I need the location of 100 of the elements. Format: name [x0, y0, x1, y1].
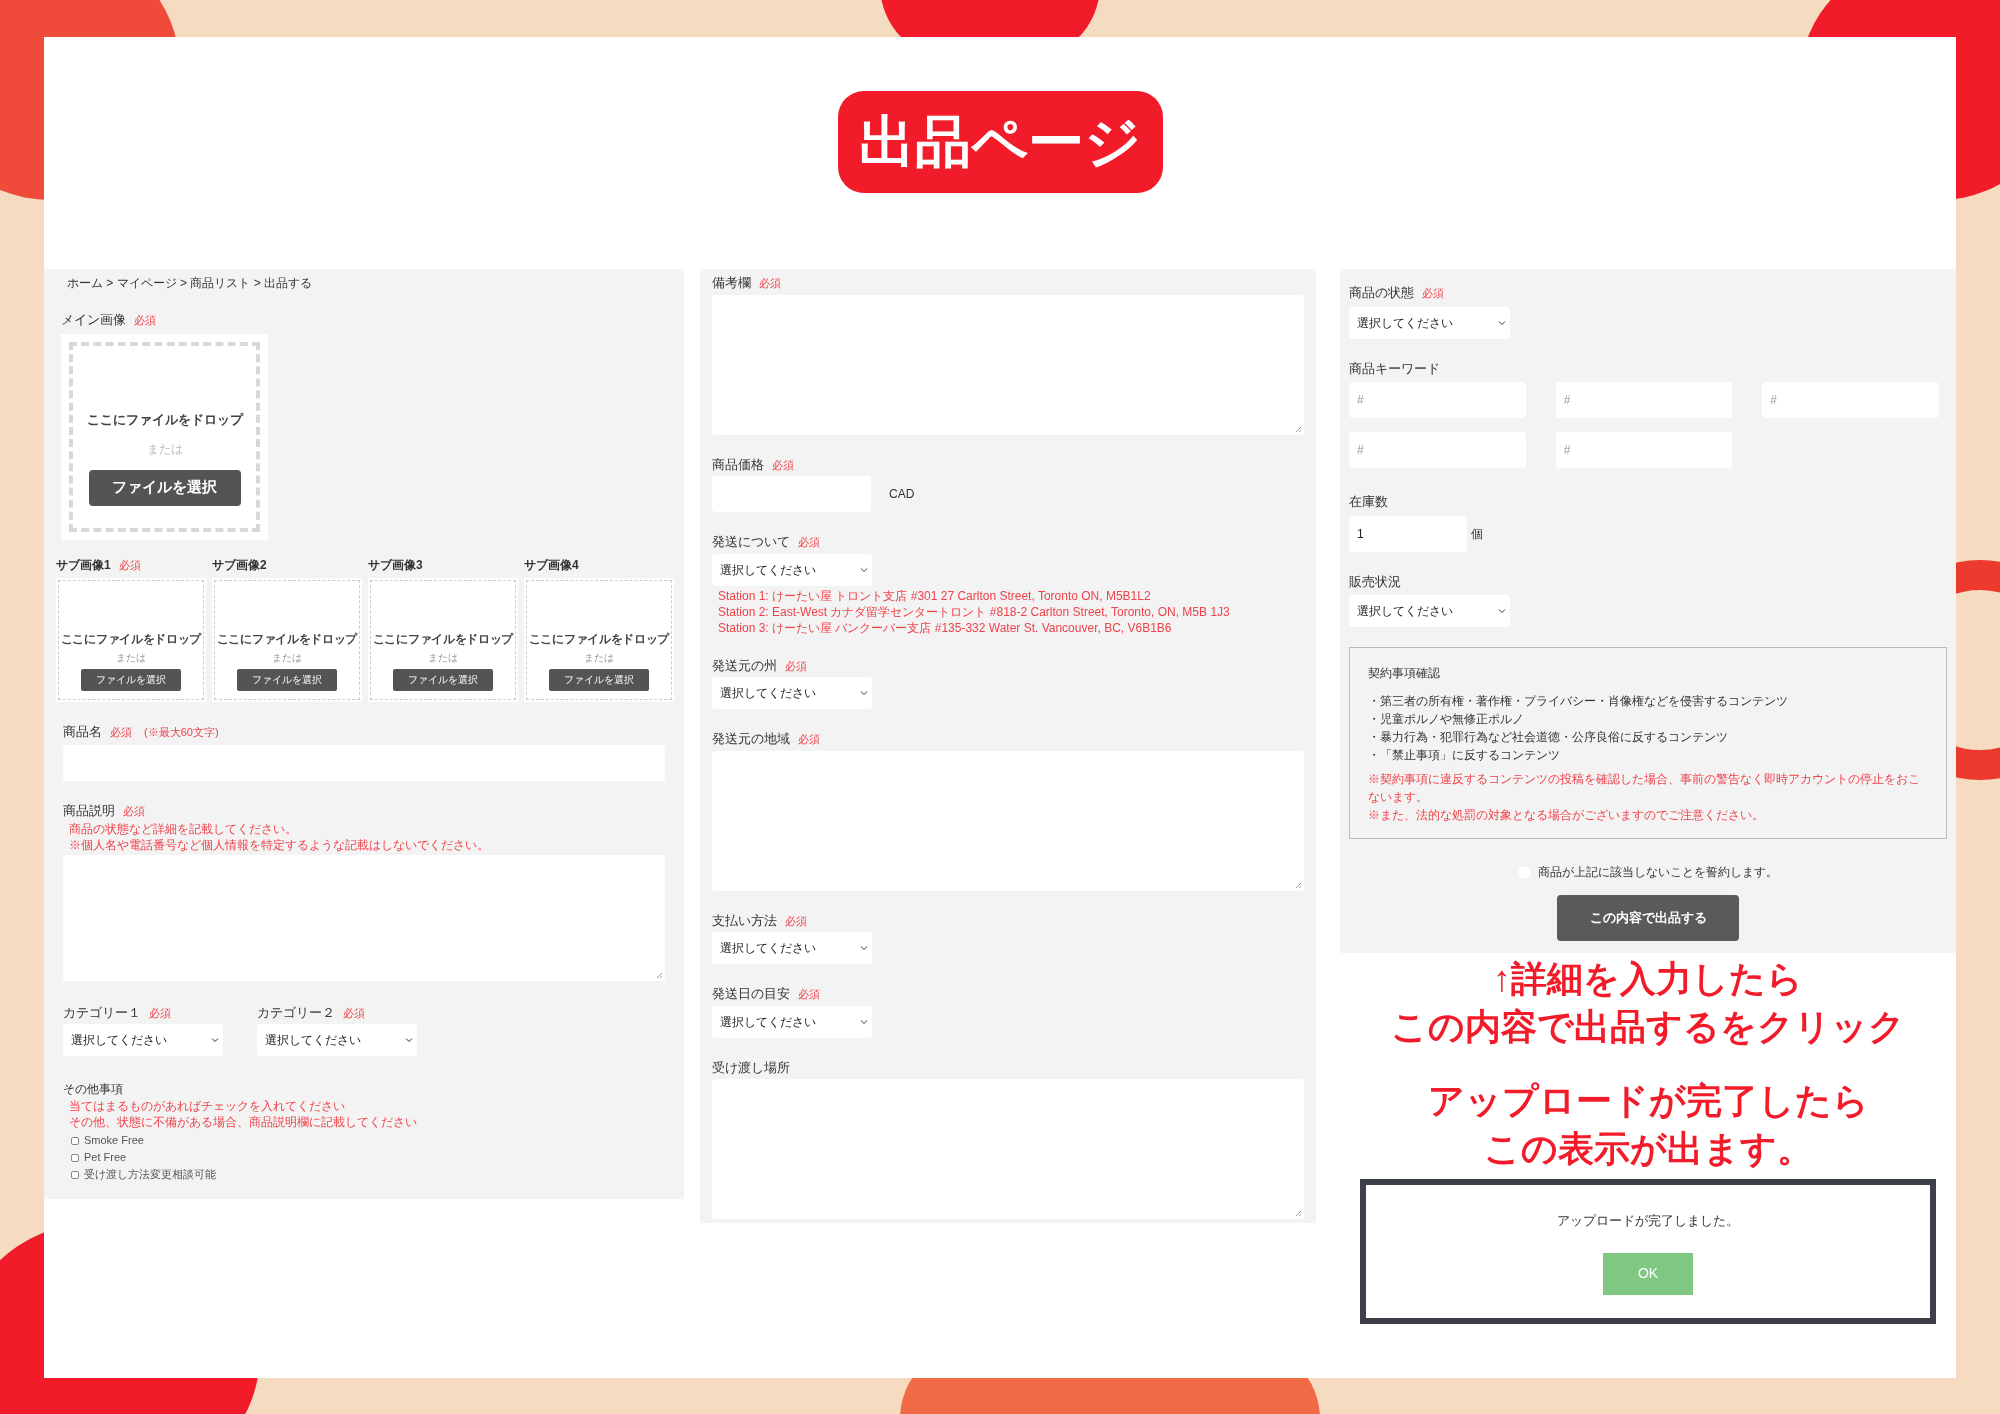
- chevron-down-icon: [1498, 318, 1506, 327]
- field-label: 在庫数: [1349, 493, 1388, 511]
- field-label: カテゴリー２: [257, 1003, 335, 1022]
- terms-item: ・暴力行為・犯罪行為など社会道徳・公序良俗に反するコンテンツ: [1368, 729, 1729, 746]
- required-mark: 必須: [134, 313, 156, 328]
- select-field[interactable]: 選択してください: [257, 1024, 417, 1056]
- dialog-message: アップロードが完了しました。: [1557, 1212, 1739, 1230]
- currency-unit: CAD: [889, 486, 915, 503]
- required-mark: 必須: [798, 535, 820, 550]
- annotation-text: この内容で出品するをクリック: [1391, 1005, 1905, 1049]
- select-field[interactable]: 選択してください: [63, 1024, 223, 1056]
- field-label: サブ画像3: [368, 556, 423, 574]
- text-area[interactable]: [712, 294, 1304, 435]
- submit-button[interactable]: この内容で出品する: [1557, 895, 1739, 941]
- required-mark: 必須: [772, 457, 794, 473]
- field-note: 商品の状態など詳細を記載してください。: [69, 820, 298, 837]
- choose-file-button[interactable]: ファイルを選択: [393, 668, 493, 691]
- field-label: 商品の状態: [1349, 284, 1414, 302]
- choose-file-button[interactable]: ファイルを選択: [549, 668, 649, 691]
- field-label: 商品名: [63, 722, 102, 741]
- select-field[interactable]: 選択してください: [1349, 595, 1510, 627]
- or-text: または: [584, 650, 614, 665]
- terms-warning: ※また、法的な処罰の対象となる場合がございますのでご注意ください。: [1368, 807, 1765, 824]
- keyword-input[interactable]: #: [1555, 382, 1733, 418]
- drop-zone[interactable]: ここにファイルをドロップ または ファイルを選択: [214, 579, 360, 700]
- resize-handle-icon: [1295, 1210, 1302, 1217]
- required-mark: 必須: [123, 804, 145, 819]
- required-mark: 必須: [798, 732, 820, 747]
- keyword-input[interactable]: #: [1349, 432, 1526, 468]
- stock-input[interactable]: 1: [1349, 515, 1467, 552]
- select-field[interactable]: 選択してください: [712, 677, 872, 709]
- text-area[interactable]: [712, 1079, 1304, 1219]
- checkbox-label: Pet Free: [84, 1150, 127, 1166]
- text-area[interactable]: [63, 854, 665, 981]
- field-label: その他事項: [63, 1081, 124, 1098]
- chevron-down-icon: [405, 1036, 413, 1044]
- field-label: メイン画像: [61, 311, 126, 329]
- choose-file-button[interactable]: ファイルを選択: [81, 668, 181, 691]
- text-area[interactable]: [712, 750, 1304, 891]
- checkbox[interactable]: [71, 1136, 79, 1145]
- choose-file-button[interactable]: ファイルを選択: [88, 469, 241, 506]
- field-label: 商品キーワード: [1349, 359, 1440, 378]
- drop-text: ここにファイルをドロップ: [528, 630, 670, 648]
- drop-zone[interactable]: ここにファイルをドロップ または ファイルを選択: [526, 579, 672, 700]
- station-note: Station 1: けーたい屋 トロント支店 #301 27 Carlton Street, Toronto ON, M5B1L2: [718, 587, 1152, 604]
- field-label: 備考欄: [712, 274, 751, 292]
- select-field[interactable]: 選択してください: [1349, 306, 1510, 339]
- field-note: 当てはまるものがあればチェックを入れてください: [69, 1098, 346, 1114]
- choose-file-button[interactable]: ファイルを選択: [237, 668, 337, 691]
- required-mark: 必須: [785, 913, 807, 929]
- drop-text: ここにファイルをドロップ: [216, 630, 358, 648]
- terms-item: ・第三者の所有権・著作権・プライバシー・肖像権などを侵害するコンテンツ: [1368, 693, 1789, 710]
- field-label: 販売状況: [1349, 572, 1401, 591]
- checkbox[interactable]: [71, 1170, 79, 1179]
- chevron-down-icon: [860, 689, 868, 697]
- drop-zone[interactable]: ここにファイルをドロップ または ファイルを選択: [58, 579, 204, 700]
- resize-handle-icon: [1295, 425, 1302, 433]
- field-label: 支払い方法: [712, 911, 777, 930]
- field-label: 発送元の地域: [712, 730, 790, 748]
- required-mark: 必須: [1422, 286, 1444, 301]
- station-note: Station 3: けーたい屋 バンクーバー支店 #135-332 Water St. Vancouver, BC, V6B1B6: [718, 619, 1173, 636]
- annotation-text: アップロードが完了したら: [1427, 1079, 1869, 1123]
- resize-handle-icon: [656, 971, 663, 979]
- drop-zone[interactable]: ここにファイルをドロップ または ファイルを選択: [69, 341, 260, 532]
- or-text: または: [428, 650, 458, 665]
- field-label: カテゴリー１: [63, 1003, 141, 1022]
- checkbox-label: 受け渡し方法変更相談可能: [84, 1167, 216, 1183]
- field-label: 商品価格: [712, 455, 764, 474]
- checkbox-label: Smoke Free: [84, 1133, 144, 1149]
- or-text: または: [272, 650, 302, 665]
- field-label: サブ画像2: [212, 556, 267, 574]
- breadcrumb: ホーム > マイページ > 商品リスト > 出品する: [67, 275, 314, 292]
- required-mark: 必須: [118, 557, 141, 573]
- checkbox[interactable]: [71, 1153, 79, 1162]
- drop-zone[interactable]: ここにファイルをドロップ または ファイルを選択: [370, 579, 516, 700]
- select-field[interactable]: 選択してください: [712, 553, 872, 586]
- select-field[interactable]: 選択してください: [712, 932, 872, 964]
- select-field[interactable]: 選択してください: [712, 1005, 872, 1038]
- page-title: 出品ページ: [837, 91, 1163, 193]
- chevron-down-icon: [860, 1017, 868, 1026]
- required-mark: 必須: [149, 1005, 171, 1021]
- field-label: 商品説明: [63, 802, 115, 820]
- required-mark: 必須: [785, 658, 807, 674]
- field-label: 発送日の目安: [712, 985, 790, 1003]
- required-mark: 必須: [759, 276, 781, 291]
- keyword-input[interactable]: #: [1762, 382, 1939, 418]
- terms-item: ・「禁止事項」に反するコンテンツ: [1368, 747, 1561, 764]
- terms-warning: ※契約事項に違反するコンテンツの投稿を確認した場合、事前の警告なく即時アカウントの停止をおこないます。: [1368, 771, 1921, 806]
- field-label: サブ画像1: [56, 556, 111, 574]
- chevron-down-icon: [1498, 607, 1506, 615]
- field-label: 受け渡し場所: [712, 1058, 790, 1077]
- keyword-input[interactable]: #: [1349, 382, 1526, 418]
- or-text: または: [116, 650, 146, 665]
- resize-handle-icon: [1295, 881, 1302, 889]
- required-mark: 必須: [110, 724, 132, 740]
- field-note: (※最大60文字): [144, 724, 219, 740]
- keyword-input[interactable]: #: [1555, 432, 1733, 468]
- chevron-down-icon: [211, 1036, 219, 1044]
- chevron-down-icon: [860, 565, 868, 574]
- field-label: 発送元の州: [712, 656, 777, 675]
